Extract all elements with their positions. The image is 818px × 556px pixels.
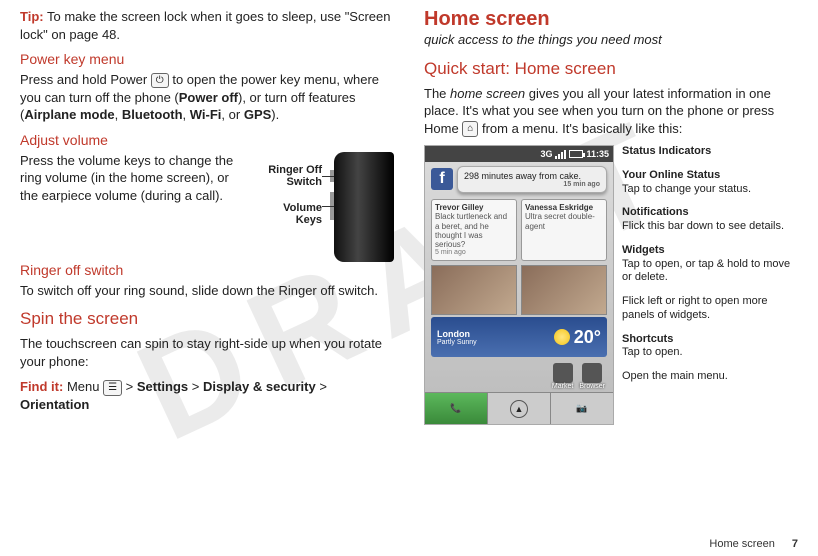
spin-screen-heading: Spin the screen: [20, 309, 394, 329]
callout-online-status-text: Tap to change your status.: [622, 183, 751, 195]
spin-screen-text: The touchscreen can spin to stay right-s…: [20, 335, 394, 370]
callout-main-menu: Open the main menu.: [622, 370, 728, 382]
ringer-off-switch-text: To switch off your ring sound, slide dow…: [20, 282, 394, 300]
widget-2[interactable]: Vanessa Eskridge Ultra secret double-age…: [521, 199, 607, 261]
menu-icon: ☰: [103, 380, 122, 396]
ringer-off-switch-label: Ringer Off Switch: [264, 164, 322, 188]
footer-section: Home screen: [709, 538, 774, 550]
widget-1[interactable]: Trevor Gilley Black turtleneck and a ber…: [431, 199, 517, 261]
callout-shortcuts-text: Tap to open.: [622, 346, 683, 358]
adjust-volume-heading: Adjust volume: [20, 132, 394, 148]
power-key-menu-heading: Power key menu: [20, 51, 394, 67]
ringer-off-switch-heading: Ringer off switch: [20, 262, 394, 278]
phone-side-illustration: Ringer Off Switch Volume Keys: [264, 152, 394, 262]
battery-icon: [569, 150, 583, 158]
drawer-icon: ▲: [510, 400, 528, 418]
home-screen-title: Home screen: [424, 8, 798, 31]
signal-icon: [555, 150, 566, 159]
status-text: 298 minutes away from cake.: [464, 171, 600, 181]
callout-widgets-title: Widgets: [622, 244, 665, 256]
tip-paragraph: Tip: To make the screen lock when it goe…: [20, 8, 394, 43]
camera-button[interactable]: 📷: [550, 392, 613, 424]
callout-widgets-text: Tap to open, or tap & hold to move or de…: [622, 258, 790, 284]
page-footer: Home screen 7: [709, 538, 798, 550]
home-screen-subtitle: quick access to the things you need most: [424, 31, 798, 49]
find-it-label: Find it:: [20, 379, 63, 394]
quick-start-text: The home screen gives you all your lates…: [424, 85, 798, 138]
status-bar[interactable]: 3G 11:35: [425, 146, 613, 162]
app-drawer-button[interactable]: ▲: [488, 392, 550, 424]
callout-status-indicators: Status Indicators: [622, 145, 711, 157]
right-column: Home screen quick access to the things y…: [424, 8, 798, 425]
tip-text: To make the screen lock when it goes to …: [20, 9, 391, 42]
shortcut-browser[interactable]: Browser: [579, 363, 605, 390]
photo-widget[interactable]: [431, 265, 607, 315]
callout-online-status-title: Your Online Status: [622, 169, 720, 181]
phone-icon: 📞: [450, 403, 461, 414]
find-it-path: Find it: Menu ☰ > Settings > Display & s…: [20, 378, 394, 413]
shortcut-market[interactable]: Market: [552, 363, 573, 390]
footer-page-number: 7: [792, 538, 798, 550]
left-column: Tip: To make the screen lock when it goe…: [20, 8, 394, 425]
facebook-icon[interactable]: f: [431, 168, 453, 190]
callout-flick-panels: Flick left or right to open more panels …: [622, 295, 768, 321]
tip-label: Tip:: [20, 9, 44, 24]
clock: 11:35: [586, 149, 609, 159]
dock: 📞 ▲ 📷: [425, 392, 613, 424]
callouts: Status Indicators Your Online Status Tap …: [622, 145, 798, 425]
adjust-volume-text: Press the volume keys to change the ring…: [20, 152, 250, 205]
home-icon: ⌂: [462, 121, 478, 137]
weather-widget[interactable]: London Partly Sunny 20°: [431, 317, 607, 357]
home-screen-mock: 3G 11:35 f 298 minutes away from cake. 1…: [424, 145, 614, 425]
callout-shortcuts-title: Shortcuts: [622, 333, 673, 345]
sun-icon: [554, 329, 570, 345]
volume-keys-label: Volume Keys: [264, 202, 322, 226]
callout-notifications-title: Notifications: [622, 206, 689, 218]
status-widget[interactable]: 298 minutes away from cake. 15 min ago: [457, 166, 607, 193]
status-age: 15 min ago: [464, 181, 600, 188]
callout-notifications-text: Flick this bar down to see details.: [622, 220, 784, 232]
network-indicator: 3G: [540, 149, 552, 159]
dialer-button[interactable]: 📞: [425, 392, 488, 424]
camera-icon: 📷: [576, 403, 587, 414]
power-icon: ⏻: [151, 73, 169, 89]
power-key-menu-text: Press and hold Power ⏻ to open the power…: [20, 71, 394, 124]
quick-start-heading: Quick start: Home screen: [424, 59, 798, 79]
phone-body: [334, 152, 394, 262]
